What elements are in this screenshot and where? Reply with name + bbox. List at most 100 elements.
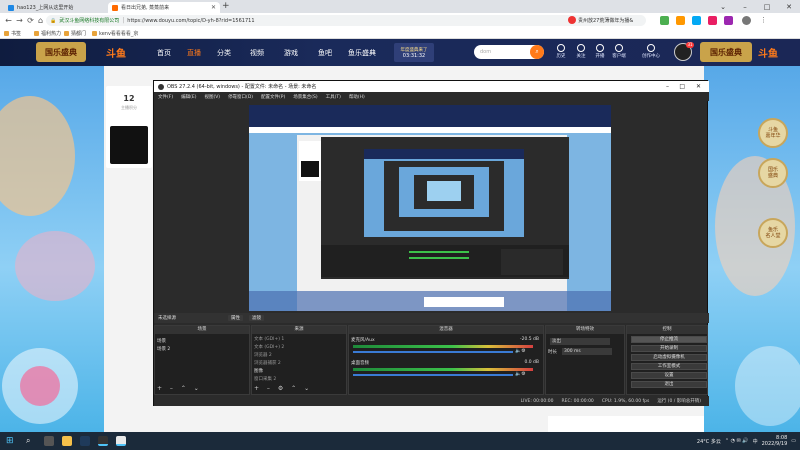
- source-item[interactable]: 浏览器 2: [254, 352, 272, 358]
- weather-widget[interactable]: 24°C 多云: [697, 438, 721, 445]
- menu-profile[interactable]: 配置文件(P): [261, 94, 285, 100]
- bookmark-item[interactable]: 书签: [4, 30, 21, 37]
- obs-preview-canvas[interactable]: [249, 105, 611, 311]
- minimize-button[interactable]: –: [734, 0, 756, 13]
- nav-live[interactable]: 直播: [187, 48, 201, 58]
- windows-start-icon[interactable]: ⊞: [6, 436, 16, 446]
- nav-category[interactable]: 分类: [217, 48, 231, 58]
- extension-status[interactable]: 贵州放27荒薄做年为播&: [568, 16, 633, 24]
- search-icon[interactable]: ⌕: [26, 436, 36, 446]
- douyu-logo-right[interactable]: 斗鱼: [758, 45, 778, 60]
- studio-mode-button[interactable]: 工作室模式: [631, 363, 707, 370]
- promo-countdown[interactable]: 年度盛典来了 03:31:32: [394, 43, 434, 62]
- source-item[interactable]: 文本 (GDI+) 1: [254, 336, 284, 342]
- search-icon[interactable]: ⌕: [530, 45, 544, 59]
- address-bar[interactable]: 🔒 武汉斗鱼网络科技有限公司 | https://www.douyu.com/t…: [46, 15, 646, 26]
- extension-icon[interactable]: [724, 16, 733, 25]
- menu-tools[interactable]: 工具(T): [326, 94, 341, 100]
- speaker-icon[interactable]: 🔈⚙: [515, 348, 526, 354]
- tab-title: 看日出兄弟, 蒸蒸前来: [121, 5, 170, 11]
- menu-scene-collection[interactable]: 场景集合(S): [293, 94, 317, 100]
- filters-button[interactable]: 滤镜: [249, 315, 264, 321]
- browser-taskbar-icon[interactable]: [116, 436, 126, 446]
- obs-minimize-button[interactable]: –: [666, 83, 669, 90]
- obs-close-button[interactable]: ✕: [696, 83, 701, 90]
- tray-icons[interactable]: ⌃ ◔ ✉ 🔊: [725, 438, 749, 444]
- event-banner-logo[interactable]: 国乐盛典: [36, 42, 86, 62]
- bookmark-item[interactable]: 福利热力: [34, 30, 61, 37]
- properties-button[interactable]: 属性: [228, 315, 243, 321]
- back-button[interactable]: ←: [3, 15, 14, 26]
- duration-input[interactable]: 300 ms: [562, 348, 612, 355]
- maximize-button[interactable]: □: [756, 0, 778, 13]
- forward-button[interactable]: →: [14, 15, 25, 26]
- steam-icon[interactable]: [80, 436, 90, 446]
- source-item[interactable]: 窗口采集 2: [254, 376, 276, 382]
- close-window-button[interactable]: ✕: [778, 0, 800, 13]
- settings-button[interactable]: 设置: [631, 372, 707, 379]
- streamer-avatar[interactable]: [110, 126, 148, 164]
- bookmark-item[interactable]: kenv看看看看_京: [92, 30, 138, 37]
- source-item[interactable]: 浏览器捕获 2: [254, 360, 281, 366]
- menu-docks[interactable]: 停靠窗口(D): [228, 94, 253, 100]
- menu-file[interactable]: 文件(F): [158, 94, 173, 100]
- menu-edit[interactable]: 编辑(E): [181, 94, 196, 100]
- side-badge-carnival[interactable]: 斗鱼 嘉年华: [758, 118, 788, 148]
- obs-source-toolbar: 未选择源 属性 滤镜: [154, 313, 709, 323]
- input-language[interactable]: 中: [753, 438, 758, 445]
- start-recording-button[interactable]: 开始录制: [631, 345, 707, 352]
- nav-game[interactable]: 游戏: [284, 48, 298, 58]
- menu-icon[interactable]: ⋮: [760, 16, 769, 25]
- nav-video[interactable]: 视频: [250, 48, 264, 58]
- stop-streaming-button[interactable]: 停止推流: [631, 336, 707, 343]
- new-tab-button[interactable]: +: [222, 1, 230, 11]
- volume-slider[interactable]: [353, 374, 513, 376]
- douyu-search-box[interactable]: dom ⌕: [474, 45, 544, 59]
- source-item[interactable]: 图像: [254, 368, 263, 374]
- obs-taskbar-icon[interactable]: [98, 436, 108, 446]
- task-view-icon[interactable]: [44, 436, 54, 446]
- transition-select[interactable]: 淡出: [550, 338, 610, 345]
- nav-home[interactable]: 首页: [157, 48, 171, 58]
- clock[interactable]: 8:08 2022/9/19: [762, 435, 788, 447]
- history-button[interactable]: 历史: [552, 44, 570, 59]
- scene-item[interactable]: 场景 2: [157, 346, 170, 352]
- bookmark-label: 福利热力: [41, 31, 62, 37]
- volume-slider[interactable]: [353, 351, 513, 353]
- close-tab-icon[interactable]: ✕: [211, 4, 216, 11]
- search-input[interactable]: dom: [480, 49, 491, 55]
- exit-button[interactable]: 退出: [631, 381, 707, 388]
- notification-icon[interactable]: ▭: [791, 438, 796, 444]
- extension-icon[interactable]: [708, 16, 717, 25]
- side-badge-festival[interactable]: 国乐 盛典: [758, 158, 788, 188]
- start-virtual-camera-button[interactable]: 启动虚拟摄像机: [631, 354, 707, 361]
- sources-toolbar[interactable]: + – ⚙ ⌃ ⌄: [254, 385, 312, 392]
- url-text: https://www.douyu.com/topic/D-yh-8?rid=1…: [127, 17, 255, 24]
- creator-center-button[interactable]: 创作中心: [638, 44, 664, 59]
- extension-icon[interactable]: [692, 16, 701, 25]
- side-badge-halloffame[interactable]: 鱼乐 名人堂: [758, 218, 788, 248]
- scenes-toolbar[interactable]: + – ⌃ ⌄: [157, 385, 202, 392]
- nav-festival[interactable]: 鱼乐盛典: [348, 48, 376, 58]
- follow-button[interactable]: 关注: [572, 44, 590, 59]
- douyu-logo[interactable]: 斗鱼: [106, 45, 126, 60]
- file-explorer-icon[interactable]: [62, 436, 72, 446]
- tab-search-button[interactable]: ⌄: [712, 0, 734, 13]
- bookmark-item[interactable]: 猜都门: [64, 30, 86, 37]
- browser-tab-douyu[interactable]: 看日出兄弟, 蒸蒸前来 ✕: [108, 2, 220, 13]
- obs-maximize-button[interactable]: □: [679, 83, 685, 90]
- extension-icon[interactable]: [676, 16, 685, 25]
- scene-item[interactable]: 场景: [157, 338, 166, 344]
- menu-help[interactable]: 帮助(H): [349, 94, 365, 100]
- event-banner-right[interactable]: 国乐盛典: [700, 42, 752, 62]
- extension-icon[interactable]: [660, 16, 669, 25]
- source-item[interactable]: 文本 (GDI+) 2: [254, 344, 284, 350]
- obs-title-bar[interactable]: OBS 27.2.4 (64-bit, windows) - 配置文件: 未命名…: [154, 81, 709, 92]
- home-button[interactable]: ⌂: [35, 15, 46, 26]
- nav-fishbar[interactable]: 鱼吧: [318, 48, 332, 58]
- menu-view[interactable]: 视图(V): [204, 94, 220, 100]
- speaker-icon[interactable]: 🔈⚙: [515, 371, 526, 377]
- profile-avatar[interactable]: [742, 16, 751, 25]
- client-button[interactable]: 客户端: [610, 44, 628, 59]
- start-stream-button[interactable]: 开播: [591, 44, 609, 59]
